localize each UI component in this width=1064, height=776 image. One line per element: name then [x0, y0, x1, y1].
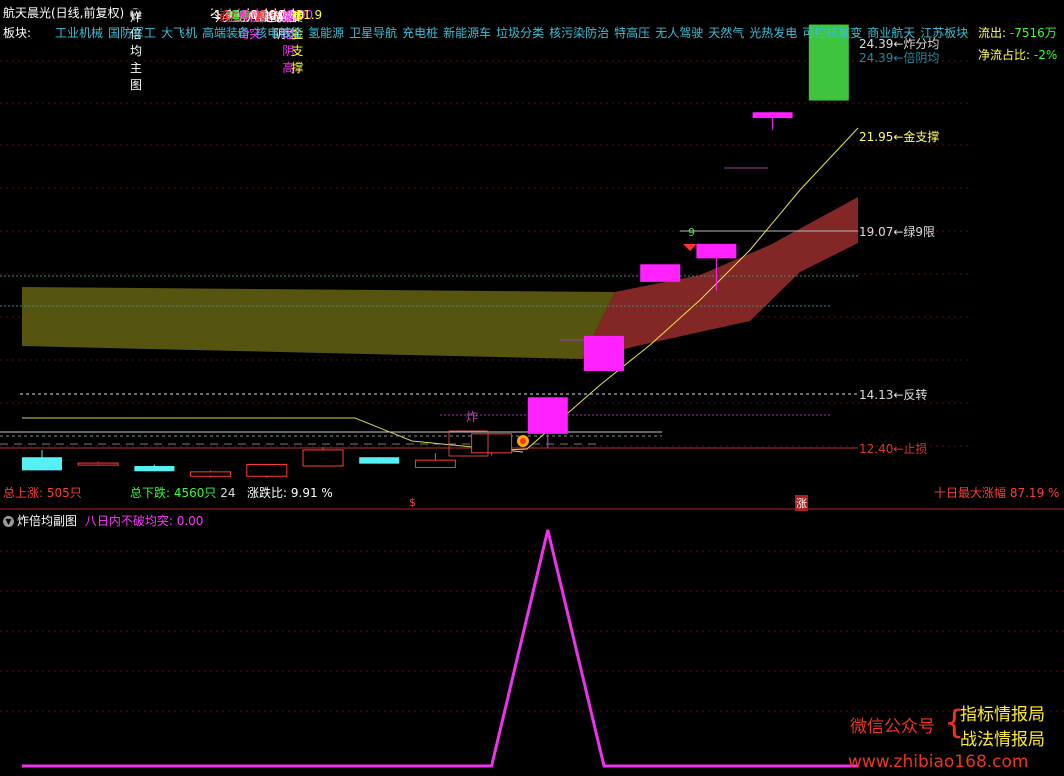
stat-up-label: 总上涨: — [3, 486, 44, 500]
marker-zha: 炸 — [466, 410, 479, 424]
stat-max-label: 十日最大涨幅 — [934, 486, 1007, 500]
sector-item[interactable]: 核电核能 — [255, 26, 303, 40]
marker-dollar: $ — [409, 496, 416, 509]
level-reversal: 14.13←反转 — [859, 388, 928, 402]
outflow-label: 流出: — [978, 26, 1007, 40]
sector-item[interactable]: 国防军工 — [108, 26, 156, 40]
stat-down-extra: 24 — [220, 486, 236, 500]
sector-list: 工业机械 国防军工 大飞机 高端装备 核电核能 氢能源 卫星导航 充电桩 新能源车 垃圾分类 核污染… — [55, 24, 973, 41]
sector-item[interactable]: 新能源车 — [443, 26, 491, 40]
sub-item-value: 0.00 — [176, 514, 204, 528]
header-item-8: 破倍阴高:0.00 — [282, 4, 314, 75]
outflow-value: -7516万 — [1009, 26, 1057, 40]
stat-up: 总上涨: 505只 — [3, 484, 82, 501]
stat-down-label: 总下跌: — [130, 486, 171, 500]
sub-header: ▼ 炸倍均副图 八日内不破均突: 0.00 — [3, 512, 203, 529]
level-bei-yin-avg: 24.39←倍阴均 — [859, 51, 940, 65]
netflow: 净流占比: -2% — [978, 46, 1057, 63]
level-gold-support: 21.95←金支撑 — [859, 130, 940, 144]
header-items: 今夕比:1.94 弱分界:18.63 强分界:20.10 八日内不破均突:0.00 八日… — [210, 4, 323, 75]
sub-series-line — [22, 529, 858, 768]
sector-item[interactable]: 大飞机 — [161, 26, 197, 40]
sub-item-label: 八日内不破均突 — [84, 514, 169, 528]
netflow-value: -2% — [1033, 48, 1058, 62]
header-item-5: 超八突:0.00 — [255, 4, 292, 24]
sector-label: 板块: — [3, 26, 32, 40]
sector-item[interactable]: 无人驾驶 — [655, 26, 703, 40]
header-item-4: 八日内突:0.00 — [246, 4, 295, 24]
sector-item[interactable]: 工业机械 — [55, 26, 103, 40]
level-green9: 19.07←绿9限 — [859, 225, 936, 239]
sector-item[interactable]: 天然气 — [708, 26, 744, 40]
stat-down-value: 4560只 — [173, 486, 217, 500]
chevron-down-icon[interactable]: ▼ — [3, 516, 14, 527]
stat-ratio-value: 9.91 % — [290, 486, 333, 500]
stat-ratio-label: 涨跌比: — [247, 486, 288, 500]
header-item-9: 黄金支撑:21.9 — [291, 4, 323, 75]
stat-ratio: 涨跌比: 9.91 % — [247, 484, 333, 501]
header-item-value: 21.9 — [295, 8, 323, 22]
header-item-0: 今夕比:1.94 — [210, 4, 247, 24]
header-item-2: 强分界:20.10 — [228, 4, 267, 24]
sector-item[interactable]: 特高压 — [614, 26, 650, 40]
marker-nine: 9 — [688, 226, 695, 239]
header-item-6: 超八加:0.00 — [264, 4, 301, 24]
marker-zhang: 涨 — [795, 495, 808, 511]
stat-max-value: 87.19 % — [1009, 486, 1060, 500]
sector-item[interactable]: 氢能源 — [308, 26, 344, 40]
sector-item[interactable]: 充电桩 — [402, 26, 438, 40]
watermark-wechat: 微信公众号 — [850, 717, 935, 737]
header-bar: 航天晨光(日线,前复权) ▼ 炸倍均主图 今夕比:1.94 弱分界:18.63 强分界… — [0, 0, 1064, 92]
sub-title: 炸倍均副图 — [17, 514, 78, 528]
header-item-3: 八日内不破均突:0.00 — [237, 4, 297, 41]
stat-max: 十日最大涨幅 87.19 % — [934, 484, 1059, 501]
stock-title: 航天晨光(日线,前复权) — [3, 6, 125, 20]
header-item-7: 破倍阴均:0.00 — [273, 4, 305, 41]
watermark-line2: 战法情报局 — [960, 730, 1045, 750]
stat-up-value: 505只 — [46, 486, 82, 500]
sector-item[interactable]: 卫星导航 — [349, 26, 397, 40]
outflow: 流出: -7516万 — [978, 24, 1057, 41]
sector-item[interactable]: 垃圾分类 — [496, 26, 544, 40]
sector-item[interactable]: 核污染防治 — [549, 26, 609, 40]
stat-down: 总下跌: 4560只 24 — [130, 484, 236, 501]
watermark-site: www.zhibiao168.com — [848, 752, 1029, 772]
level-stop: 12.40←止损 — [859, 442, 928, 456]
sub-grid-lines — [0, 550, 1064, 712]
sector-item[interactable]: 光热发电 — [749, 26, 797, 40]
watermark-line1: 指标情报局 — [960, 705, 1045, 725]
sector-item[interactable]: 可控核聚变 — [802, 26, 862, 40]
header-item-1: 弱分界:18.63 — [219, 4, 258, 24]
indicator-name: 炸倍均主图 — [130, 10, 143, 92]
netflow-label: 净流占比: — [978, 48, 1031, 62]
sector-item[interactable]: 高端装备 — [202, 26, 250, 40]
